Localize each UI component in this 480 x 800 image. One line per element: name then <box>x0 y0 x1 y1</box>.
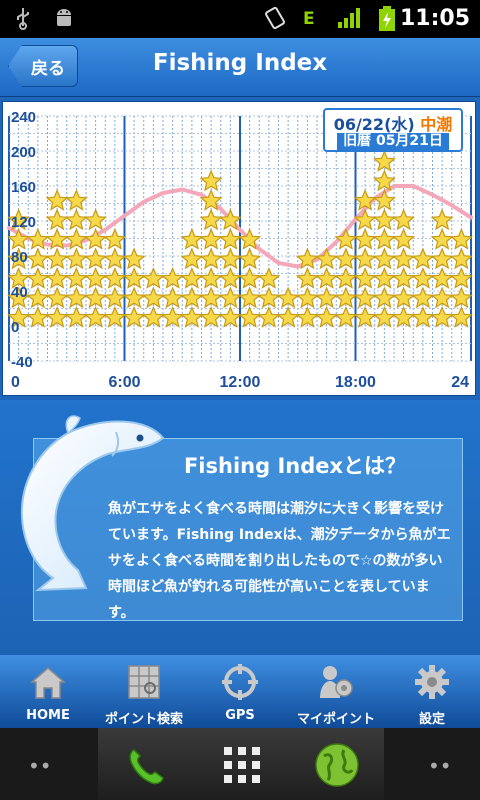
edge-signal-icon: E <box>303 9 315 29</box>
date-line: 06/22(水) 中潮 <box>325 111 461 135</box>
android-icon <box>52 6 76 35</box>
y-tick-label: 200 <box>11 144 36 161</box>
page-title: Fishing Index <box>152 50 328 76</box>
x-tick-label: 6:00 <box>108 374 140 391</box>
battery-charging-icon <box>378 6 396 37</box>
usb-icon <box>14 6 32 35</box>
fishing-index-chart: 240 200 160 120 80 40 0 -40 0 6:00 12:00 18:00 24 06… <box>2 101 476 396</box>
tab-point-search-label: ポイント検索 <box>104 712 183 727</box>
x-tick-label: 18:00 <box>335 374 376 391</box>
globe-icon[interactable] <box>314 742 360 788</box>
tab-home[interactable]: HOME <box>0 655 96 728</box>
status-bar: E 11:05 <box>0 0 480 38</box>
tide-label: 中潮 <box>420 115 453 134</box>
y-tick-label: 80 <box>11 249 28 266</box>
phone-icon[interactable] <box>124 744 168 788</box>
x-tick-label: 24 <box>451 374 469 391</box>
app-header: 戻る Fishing Index <box>0 38 480 97</box>
y-tick-label: 0 <box>11 319 19 336</box>
tab-my-point[interactable]: マイポイント <box>288 655 384 728</box>
x-tick-label: 0 <box>11 374 20 391</box>
nav-dock <box>98 728 384 800</box>
app-grid-icon[interactable] <box>222 745 262 785</box>
tab-settings-label: 設定 <box>418 712 445 727</box>
tab-settings[interactable]: 設定 <box>384 655 480 728</box>
y-tick-label: 160 <box>11 179 36 196</box>
nav-left-dots[interactable]: •• <box>28 754 52 778</box>
signal-bars-icon <box>336 6 364 35</box>
lunar-date-label: 旧暦 05月21日 <box>337 133 449 150</box>
system-nav-bar: •• •• <box>0 728 480 800</box>
tab-my-point-label: マイポイント <box>296 712 375 727</box>
y-tick-label: 240 <box>11 109 36 126</box>
date-tide-box: 06/22(水) 中潮 旧暦 05月21日 <box>323 108 463 152</box>
map-search-icon <box>128 665 160 699</box>
fishing-index-chart-panel: 240 200 160 120 80 40 0 -40 0 6:00 12:00 18:00 24 06… <box>0 97 480 400</box>
tab-gps-label: GPS <box>225 708 255 723</box>
date-label: 06/22(水) <box>333 115 415 134</box>
tab-point-search[interactable]: ポイント検索 <box>96 655 192 728</box>
tab-gps[interactable]: GPS <box>192 655 288 728</box>
clock: 11:05 <box>399 6 470 31</box>
info-section: Fishing Indexとは？ 魚がエサをよく食べる時間は潮汐に大きく影響を受… <box>0 400 480 655</box>
vibrate-icon <box>262 6 288 35</box>
tab-home-label: HOME <box>26 708 70 723</box>
gear-icon <box>415 665 449 699</box>
x-tick-label: 12:00 <box>220 374 261 391</box>
nav-right-dots[interactable]: •• <box>428 754 452 778</box>
home-icon <box>30 667 66 699</box>
y-tick-label: 120 <box>11 214 36 231</box>
my-point-icon <box>320 666 353 698</box>
bottom-tab-bar: HOME ポイント検索 GPS マイポイント 設定 <box>0 655 480 728</box>
gps-crosshair-icon <box>222 664 258 700</box>
y-tick-label: -40 <box>11 354 33 371</box>
y-tick-label: 40 <box>11 284 28 301</box>
info-description: 魚がエサをよく食べる時間は潮汐に大きく影響を受けています。Fishing Ind… <box>108 501 451 621</box>
info-title: Fishing Indexとは？ <box>183 454 407 478</box>
